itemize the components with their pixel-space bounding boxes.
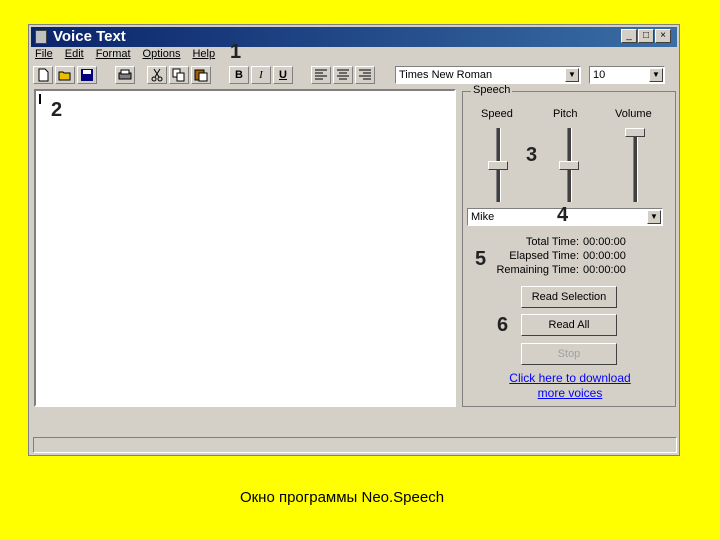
align-center-icon[interactable] <box>333 66 353 84</box>
italic-button[interactable]: I <box>251 66 271 84</box>
lower-panel <box>33 411 677 433</box>
align-right-icon[interactable] <box>355 66 375 84</box>
chevron-down-icon[interactable]: ▼ <box>647 210 661 224</box>
elapsed-time-label: Elapsed Time: <box>509 250 579 262</box>
open-folder-icon[interactable] <box>55 66 75 84</box>
save-disk-icon[interactable] <box>77 66 97 84</box>
speech-group-label: Speech <box>471 84 513 96</box>
menu-format[interactable]: Format <box>96 48 131 64</box>
stop-button[interactable]: Stop <box>521 343 617 365</box>
slide-caption: Окно программы Neo.Speech <box>239 489 445 506</box>
font-size-select[interactable]: 10 ▼ <box>589 66 665 84</box>
annotation-1: 1 <box>230 41 242 63</box>
text-editor[interactable] <box>34 89 456 407</box>
bold-button[interactable]: B <box>229 66 249 84</box>
annotation-3: 3 <box>526 144 538 166</box>
app-window: Voice Text _ □ × File Edit Format Option… <box>28 24 680 456</box>
text-caret <box>39 94 41 104</box>
remaining-time-label: Remaining Time: <box>496 264 579 276</box>
minimize-button[interactable]: _ <box>621 29 637 43</box>
close-button[interactable]: × <box>655 29 671 43</box>
font-select[interactable]: Times New Roman ▼ <box>395 66 581 84</box>
align-left-icon[interactable] <box>311 66 331 84</box>
underline-button[interactable]: U <box>273 66 293 84</box>
voice-value: Mike <box>471 211 495 223</box>
new-document-icon[interactable] <box>33 66 53 84</box>
volume-label: Volume <box>615 108 652 120</box>
total-time-value: 00:00:00 <box>583 236 626 248</box>
app-icon[interactable] <box>35 30 47 44</box>
speech-panel: Speech Speed Pitch Volume 3 Mike ▼ 4 5 T… <box>462 84 676 407</box>
printer-icon[interactable] <box>115 66 135 84</box>
annotation-5: 5 <box>475 248 487 270</box>
font-size-value: 10 <box>593 69 606 81</box>
annotation-6: 6 <box>497 314 509 336</box>
menu-help[interactable]: Help <box>192 48 215 64</box>
status-bar <box>33 437 677 453</box>
remaining-time-value: 00:00:00 <box>583 264 626 276</box>
total-time-label: Total Time: <box>525 236 579 248</box>
chevron-down-icon[interactable]: ▼ <box>565 68 579 82</box>
speed-slider-thumb[interactable] <box>488 160 508 170</box>
title-bar: Voice Text _ □ × <box>31 27 677 47</box>
speed-label: Speed <box>481 108 513 120</box>
annotation-2: 2 <box>51 99 63 121</box>
download-voices-link[interactable]: Click here to download <box>473 371 667 385</box>
elapsed-time-value: 00:00:00 <box>583 250 626 262</box>
scissors-icon[interactable] <box>147 66 167 84</box>
menu-edit[interactable]: Edit <box>65 48 84 64</box>
read-selection-button[interactable]: Read Selection <box>521 286 617 308</box>
paste-icon[interactable] <box>191 66 211 84</box>
window-title: Voice Text <box>53 28 126 45</box>
pitch-label: Pitch <box>553 108 578 120</box>
toolbar: B I U Times New Roman ▼ 10 ▼ <box>33 66 675 86</box>
font-value: Times New Roman <box>399 69 493 81</box>
menu-file[interactable]: File <box>35 48 53 64</box>
read-all-button[interactable]: Read All <box>521 314 617 336</box>
chevron-down-icon[interactable]: ▼ <box>649 68 663 82</box>
volume-slider-thumb[interactable] <box>625 128 645 137</box>
menu-bar: File Edit Format Options Help <box>35 48 215 64</box>
volume-slider-track[interactable] <box>633 128 638 202</box>
download-voices-link-line2[interactable]: more voices <box>473 386 667 400</box>
annotation-4: 4 <box>557 204 569 226</box>
menu-options[interactable]: Options <box>143 48 181 64</box>
copy-icon[interactable] <box>169 66 189 84</box>
pitch-slider-thumb[interactable] <box>559 160 579 170</box>
maximize-button[interactable]: □ <box>638 29 654 43</box>
